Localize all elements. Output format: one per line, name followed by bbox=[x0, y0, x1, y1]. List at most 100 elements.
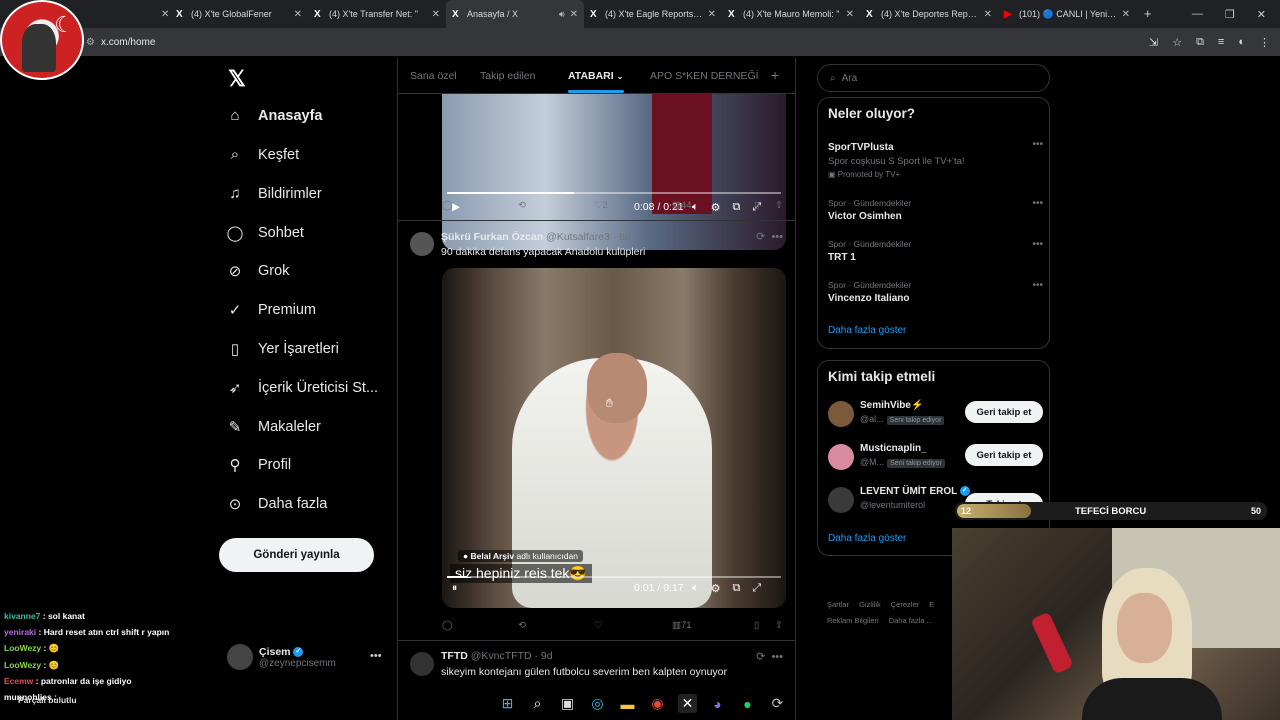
video-player[interactable]: ▶ 0:08 / 0:21 🔈︎ ⚙ ⧉ ⤢ bbox=[442, 94, 786, 250]
minimize-icon[interactable]: — bbox=[1192, 8, 1203, 20]
close-window-icon[interactable]: ✕ bbox=[1257, 8, 1266, 21]
chrome-icon[interactable]: ◉ bbox=[648, 694, 667, 713]
volume-icon[interactable]: 🔈︎ bbox=[692, 201, 699, 214]
play-icon[interactable]: ▶ bbox=[452, 201, 460, 213]
star-icon[interactable]: ☆ bbox=[1172, 36, 1182, 49]
bookmark-icon[interactable]: ▯ bbox=[754, 200, 759, 211]
tab-atabari[interactable]: ATABARI ⌄ bbox=[568, 70, 623, 82]
follow-suggestion[interactable]: Musticnaplin_ @M... Seni takip ediyor Ger… bbox=[828, 440, 1043, 476]
close-icon[interactable]: ✕ bbox=[294, 9, 302, 20]
close-icon[interactable]: ✕ bbox=[984, 9, 992, 20]
folder-icon[interactable]: ▬ bbox=[618, 694, 637, 713]
trend-item[interactable]: Spor · Gündemdekiler TRT 1 ••• bbox=[828, 239, 1043, 263]
close-icon[interactable]: ✕ bbox=[1122, 9, 1130, 20]
fullscreen-icon[interactable]: ⤢ bbox=[752, 582, 761, 595]
nav-item-bookmarks[interactable]: ▯ Yer İşaretleri bbox=[226, 340, 339, 358]
browser-tab[interactable]: X (4) X'te GlobalFener ✕ bbox=[170, 0, 308, 28]
browser-tab[interactable]: X (4) X'te Deportes Reports: ✕ bbox=[860, 0, 998, 28]
browser-tab[interactable]: X (4) X'te Eagle Reports JK: ✕ bbox=[584, 0, 722, 28]
windows-start-icon[interactable]: ⊞ bbox=[498, 694, 517, 713]
profile-icon[interactable]: ◐ bbox=[1238, 36, 1245, 48]
nav-item-home[interactable]: ⌂ Anasayfa bbox=[226, 107, 322, 124]
browser-tab[interactable]: ▶ (101) 🔵 CANLI | Yeni Trans ✕ bbox=[998, 0, 1136, 28]
app-icon[interactable]: ⟳ bbox=[768, 694, 787, 713]
extensions-icon[interactable]: ⧉ bbox=[1196, 36, 1204, 49]
show-more-link[interactable]: Daha fazla göster bbox=[828, 325, 906, 336]
tab-following[interactable]: Takip edilen bbox=[480, 70, 535, 82]
more-icon[interactable]: ⟳ ••• bbox=[756, 230, 783, 243]
author-name[interactable]: Şükrü Furkan Özcan bbox=[441, 231, 543, 243]
browser-tab-active[interactable]: X Anasayfa / X 🔊︎ ✕ bbox=[446, 0, 584, 28]
discord-icon[interactable]: ◕ bbox=[708, 694, 727, 713]
video-progress[interactable] bbox=[447, 576, 781, 578]
address-bar[interactable]: ⚙ x.com/home ⇲ ☆ ⧉ ≡ ◐ ⋮ bbox=[0, 28, 1280, 56]
bookmark-icon[interactable]: ▯ bbox=[754, 620, 759, 631]
nav-item-grok[interactable]: ⊘ Grok bbox=[226, 262, 290, 280]
author-name[interactable]: TFTD bbox=[441, 650, 468, 662]
tab-for-you[interactable]: Sana özel bbox=[410, 70, 457, 82]
restore-icon[interactable]: ❐ bbox=[1225, 8, 1235, 21]
avatar[interactable] bbox=[410, 232, 434, 256]
more-icon[interactable]: ••• bbox=[370, 650, 382, 662]
new-tab-icon[interactable]: + bbox=[1144, 0, 1152, 28]
volume-icon[interactable]: 🔈︎ bbox=[692, 582, 699, 595]
close-icon[interactable]: ✕ bbox=[708, 9, 716, 20]
speaker-icon[interactable]: 🔊︎ bbox=[559, 9, 565, 20]
nav-item-profile[interactable]: ⚲ Profil bbox=[226, 456, 292, 474]
url-text[interactable]: x.com/home bbox=[101, 37, 155, 48]
follow-back-button[interactable]: Geri takip et bbox=[965, 444, 1043, 466]
views-button[interactable]: ▥ 71 bbox=[672, 620, 692, 631]
avatar[interactable] bbox=[410, 652, 434, 676]
views-button[interactable]: ▥ 44 bbox=[672, 200, 692, 211]
like-button[interactable]: ♡ 2 bbox=[594, 200, 608, 211]
more-icon[interactable]: ••• bbox=[1032, 280, 1043, 291]
tab-list[interactable]: APO S*KEN DERNEĞİ bbox=[650, 70, 759, 82]
nav-item-creator-studio[interactable]: ➶ İçerik Üreticisi St... bbox=[226, 379, 378, 397]
close-icon[interactable]: ✕ bbox=[846, 9, 854, 20]
follow-suggestion[interactable]: SemihVibe⚡ @al... Seni takip ediyor Geri … bbox=[828, 397, 1043, 433]
follow-back-button[interactable]: Geri takip et bbox=[965, 401, 1043, 423]
post-button[interactable]: Gönderi yayınla bbox=[219, 538, 374, 572]
account-switcher[interactable]: Çisem ✓ @zeynepcisemm bbox=[227, 644, 336, 670]
close-icon[interactable]: ✕ bbox=[570, 9, 578, 20]
nav-item-explore[interactable]: ⌕ Keşfet bbox=[226, 146, 299, 163]
retweet-icon[interactable]: ⟲ bbox=[518, 620, 526, 631]
retweet-icon[interactable]: ⟲ bbox=[518, 200, 526, 211]
more-icon[interactable]: ••• bbox=[1032, 239, 1043, 250]
nav-item-premium[interactable]: ✓ Premium bbox=[226, 301, 316, 319]
trend-item[interactable]: SporTVPlusta Spor coşkusu S Sport ile TV… bbox=[828, 139, 1043, 179]
close-icon[interactable]: ✕ bbox=[161, 9, 169, 20]
footer-link[interactable]: Şartlar bbox=[827, 600, 849, 609]
video-progress[interactable] bbox=[447, 192, 781, 194]
edge-icon[interactable]: ◎ bbox=[588, 694, 607, 713]
search-icon[interactable]: ⌕ bbox=[528, 694, 547, 713]
reply-icon[interactable]: ◯ bbox=[442, 200, 453, 211]
video-player[interactable]: ● Belal Arşiv adlı kullanıcıdan siz hepi… bbox=[442, 268, 786, 608]
nav-item-notifications[interactable]: ♫ Bildirimler bbox=[226, 185, 321, 202]
browser-tab[interactable]: X (4) X'te Transfer Net: " ✕ bbox=[308, 0, 446, 28]
settings-icon[interactable]: ⚙ bbox=[711, 201, 721, 214]
x-app-icon[interactable]: ✕ bbox=[678, 694, 697, 713]
footer-link[interactable]: Reklam Bilgileri bbox=[827, 616, 879, 625]
pip-icon[interactable]: ⧉ bbox=[732, 201, 740, 214]
close-icon[interactable]: ✕ bbox=[432, 9, 440, 20]
browser-tab[interactable]: X (4) X'te Mauro Memoli: " ✕ bbox=[722, 0, 860, 28]
x-logo-icon[interactable]: 𝕏 bbox=[228, 66, 246, 92]
show-more-link[interactable]: Daha fazla göster bbox=[828, 533, 906, 544]
pip-icon[interactable]: ⧉ bbox=[732, 582, 740, 595]
nav-item-articles[interactable]: ✎ Makaleler bbox=[226, 418, 321, 436]
settings-icon[interactable]: ⚙ bbox=[711, 582, 721, 595]
spotify-icon[interactable]: ● bbox=[738, 694, 757, 713]
menu-icon[interactable]: ⋮ bbox=[1259, 36, 1270, 49]
reply-icon[interactable]: ◯ bbox=[442, 620, 453, 631]
footer-link[interactable]: Çerezler bbox=[891, 600, 919, 609]
site-info-icon[interactable]: ⚙ bbox=[86, 37, 95, 48]
share-icon[interactable]: ⇧ bbox=[775, 200, 783, 211]
add-tab-icon[interactable]: + bbox=[771, 67, 779, 83]
footer-link[interactable]: Daha fazla ... bbox=[889, 616, 933, 625]
more-icon[interactable]: ⟳ ••• bbox=[756, 650, 783, 663]
like-icon[interactable]: ♡ bbox=[594, 620, 603, 631]
share-icon[interactable]: ⇧ bbox=[775, 620, 783, 631]
pause-icon[interactable]: ⏸︎ bbox=[452, 582, 457, 595]
task-view-icon[interactable]: ▣ bbox=[558, 694, 577, 713]
